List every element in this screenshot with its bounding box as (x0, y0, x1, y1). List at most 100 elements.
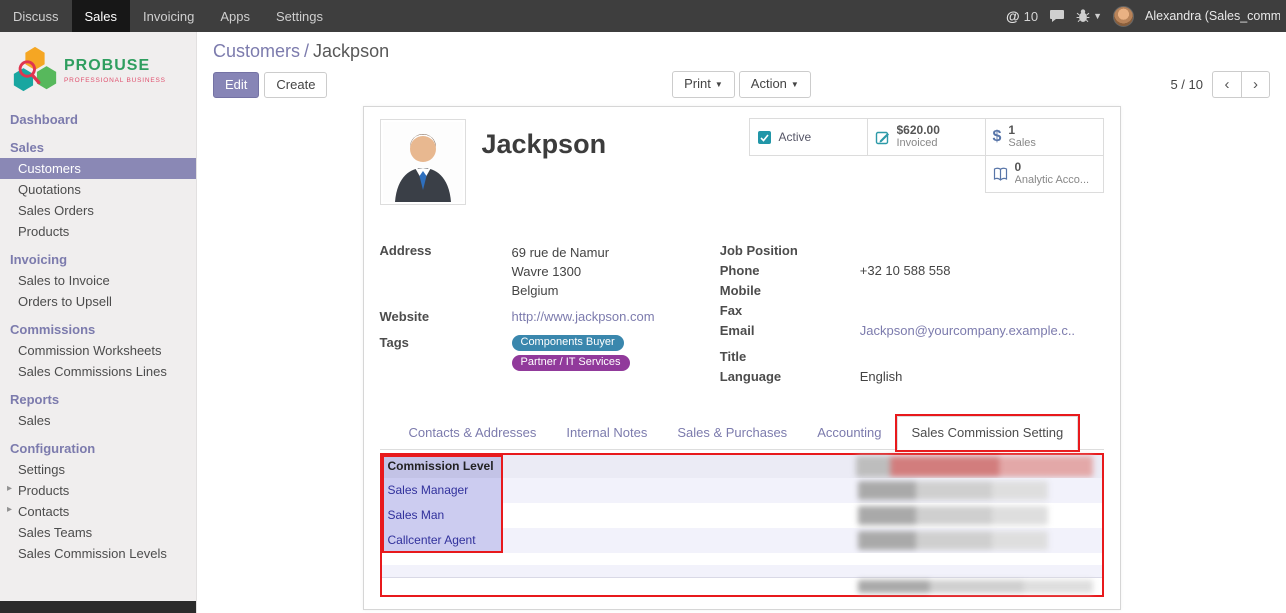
sidebar-heading-commissions[interactable]: Commissions (0, 319, 196, 340)
analytic-stat-button[interactable]: 0 Analytic Acco... (985, 155, 1104, 193)
logo-text: PROBUSE PROFESSIONAL BUSINESS (64, 57, 166, 84)
print-label: Print (684, 76, 711, 91)
empty-row (382, 553, 1102, 565)
sidebar-item-sales-commissions-lines[interactable]: Sales Commissions Lines (0, 361, 196, 382)
sidebar-item-sales-commission-levels[interactable]: Sales Commission Levels (0, 543, 196, 564)
tab-contacts-addresses[interactable]: Contacts & Addresses (394, 416, 552, 450)
debug-icon[interactable]: ▼ (1076, 9, 1102, 23)
sidebar-heading-reports[interactable]: Reports (0, 389, 196, 410)
sidebar-item-sales-orders[interactable]: Sales Orders (0, 200, 196, 221)
mobile-field: Mobile (720, 283, 1104, 300)
edit-invoice-icon (875, 130, 890, 145)
sidebar-item-label: Products (18, 483, 69, 498)
table-footer-row (382, 578, 1102, 595)
edit-button[interactable]: Edit (213, 72, 259, 98)
commission-row-sales-manager[interactable]: Sales Manager (382, 478, 1102, 503)
commission-row-sales-man[interactable]: Sales Man (382, 503, 1102, 528)
sidebar-heading-dashboard[interactable]: Dashboard (0, 109, 196, 130)
sidebar-heading-sales[interactable]: Sales (0, 137, 196, 158)
tags-label: Tags (380, 335, 512, 371)
analytic-count: 0 (1015, 161, 1090, 174)
user-avatar[interactable] (1113, 6, 1134, 27)
sidebar-item-sales-teams[interactable]: Sales Teams (0, 522, 196, 543)
right-field-column: Job Position Phone +32 10 588 558 Mobile… (720, 243, 1104, 389)
redacted-header-cell (501, 455, 1102, 478)
invoiced-label: Invoiced (897, 137, 940, 150)
top-bar: Discuss Sales Invoicing Apps Settings @ … (0, 0, 1286, 32)
email-link[interactable]: Jackpson@yourcompany.example.c.. (860, 323, 1075, 338)
print-dropdown-button[interactable]: Print▼ (672, 71, 735, 98)
mention-count: 10 (1024, 9, 1038, 24)
footer-empty-cell (382, 578, 501, 595)
sales-stat-button[interactable]: $ 1 Sales (985, 118, 1104, 156)
sidebar-item-settings[interactable]: Settings (0, 459, 196, 480)
redacted-blur (856, 456, 1093, 477)
sidebar-item-quotations[interactable]: Quotations (0, 179, 196, 200)
tab-internal-notes[interactable]: Internal Notes (551, 416, 662, 450)
email-field: Email Jackpson@yourcompany.example.c.. (720, 323, 1104, 340)
pager-previous-button[interactable]: ‹ (1212, 71, 1241, 98)
tab-sales-commission-setting[interactable]: Sales Commission Setting (897, 416, 1079, 450)
title-field: Title (720, 349, 1104, 366)
redacted-blur (858, 481, 1048, 500)
commission-row-callcenter-agent[interactable]: Callcenter Agent (382, 528, 1102, 553)
sidebar-item-config-products[interactable]: ▸ Products (0, 480, 196, 501)
create-button[interactable]: Create (264, 72, 327, 98)
sidebar-item-orders-to-upsell[interactable]: Orders to Upsell (0, 291, 196, 312)
invoiced-stat-button[interactable]: $620.00 Invoiced (867, 118, 986, 156)
mention-counter[interactable]: @ 10 (1006, 8, 1038, 24)
menu-sales[interactable]: Sales (72, 0, 131, 32)
menu-settings[interactable]: Settings (263, 0, 336, 32)
form-sheet: Jackpson Active $620.00 Invoiced (363, 106, 1121, 610)
person-avatar-image (383, 122, 463, 202)
website-field: Website http://www.jackpson.com (380, 309, 720, 326)
sales-count: 1 (1008, 124, 1036, 137)
cp-left-buttons: Edit Create (213, 72, 562, 98)
address-value: 69 rue de Namur Wavre 1300 Belgium (512, 243, 610, 300)
sidebar-item-customers[interactable]: Customers (0, 158, 196, 179)
breadcrumb-customers-link[interactable]: Customers (213, 41, 300, 61)
commission-level-cell: Sales Man (382, 503, 501, 528)
menu-invoicing[interactable]: Invoicing (130, 0, 207, 32)
commission-level-cell: Sales Manager (382, 478, 501, 503)
sidebar-item-config-contacts[interactable]: ▸ Contacts (0, 501, 196, 522)
chevron-right-icon: ▸ (7, 483, 12, 494)
sidebar-nav: Dashboard Sales Customers Quotations Sal… (0, 109, 196, 564)
record-photo[interactable] (380, 119, 466, 205)
logo-title: PROBUSE (64, 57, 166, 75)
tab-sales-purchases[interactable]: Sales & Purchases (662, 416, 802, 450)
stat-buttons: Active $620.00 Invoiced $ 1 Sales (747, 119, 1104, 193)
action-dropdown-button[interactable]: Action▼ (739, 71, 811, 98)
sidebar-bottom-bar (0, 601, 197, 613)
probuse-logo-icon (12, 45, 58, 95)
mobile-label: Mobile (720, 283, 860, 300)
commission-table-annotation-box: Commission Level Sales Manager Sales Man… (380, 453, 1104, 597)
chevron-right-icon: ▸ (7, 504, 12, 515)
chat-icon[interactable] (1049, 9, 1065, 23)
user-menu[interactable]: Alexandra (Sales_comm.. (1145, 9, 1280, 23)
sidebar-heading-invoicing[interactable]: Invoicing (0, 249, 196, 270)
redacted-cell (501, 528, 1102, 553)
active-toggle-icon (757, 130, 772, 145)
commission-level-column-header[interactable]: Commission Level (382, 455, 501, 478)
analytic-book-icon (993, 167, 1008, 181)
address-label: Address (380, 243, 512, 300)
sidebar-item-products[interactable]: Products (0, 221, 196, 242)
tags-field: Tags Components Buyer Partner / IT Servi… (380, 335, 720, 371)
sidebar-item-sales-to-invoice[interactable]: Sales to Invoice (0, 270, 196, 291)
tab-accounting[interactable]: Accounting (802, 416, 896, 450)
sidebar-item-reports-sales[interactable]: Sales (0, 410, 196, 431)
address-country: Belgium (512, 281, 610, 300)
sidebar-heading-configuration[interactable]: Configuration (0, 438, 196, 459)
sidebar-item-commission-worksheets[interactable]: Commission Worksheets (0, 340, 196, 361)
menu-apps[interactable]: Apps (207, 0, 263, 32)
sidebar-item-label: Contacts (18, 504, 69, 519)
pager-next-button[interactable]: › (1241, 71, 1270, 98)
sidebar: PROBUSE PROFESSIONAL BUSINESS Dashboard … (0, 32, 197, 613)
control-panel: Customers/Jackpson Edit Create Print▼ Ac… (197, 32, 1286, 105)
job-position-label: Job Position (720, 243, 860, 260)
topbar-right: @ 10 ▼ Alexandra (Sales_comm.. (1006, 0, 1286, 32)
website-link[interactable]: http://www.jackpson.com (512, 309, 655, 324)
menu-discuss[interactable]: Discuss (0, 0, 72, 32)
active-stat-button[interactable]: Active (749, 118, 868, 156)
